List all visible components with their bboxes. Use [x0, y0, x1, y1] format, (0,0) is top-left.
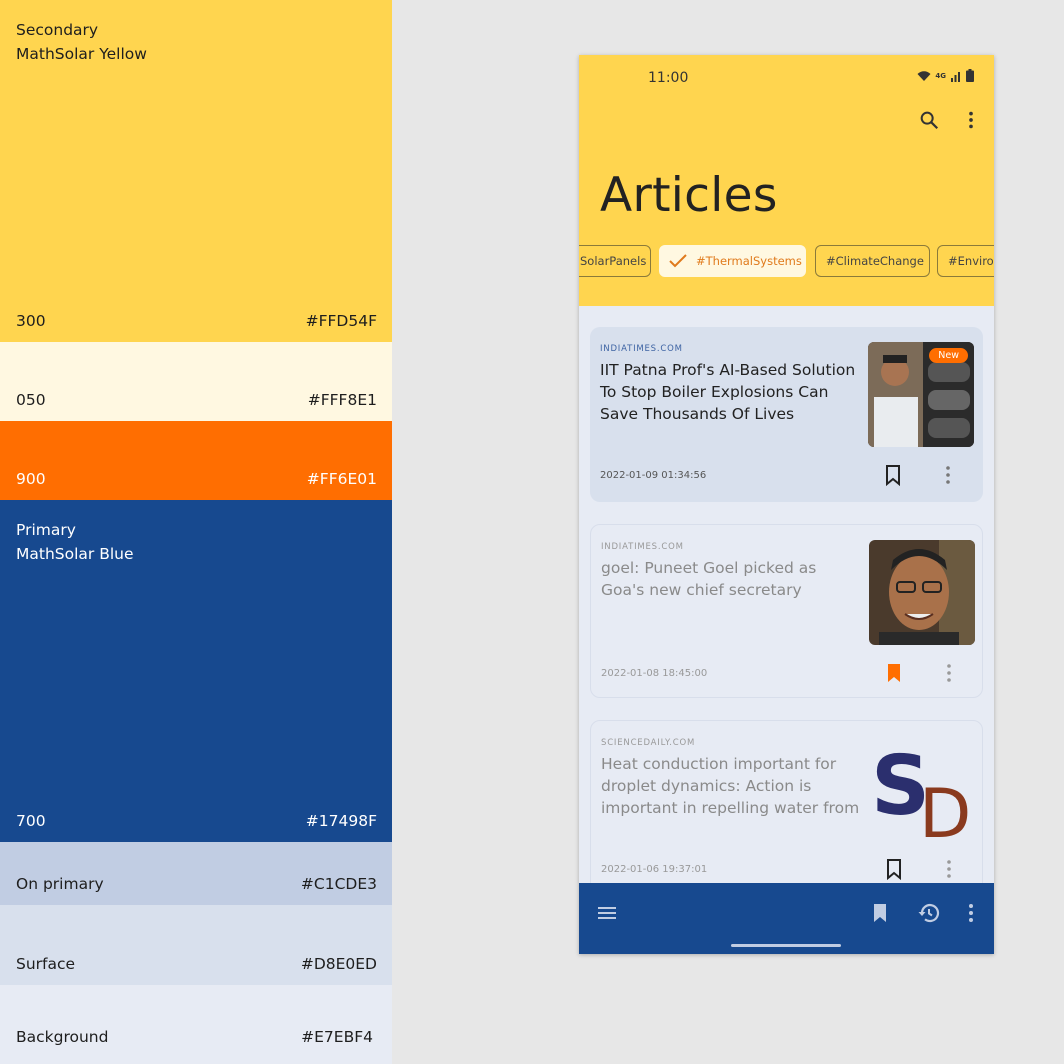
article-date: 2022-01-09 01:34:56 [600, 470, 707, 481]
article-date: 2022-01-08 18:45:00 [601, 668, 708, 679]
article-date: 2022-01-06 19:37:01 [601, 864, 708, 875]
swatch-hex: #FFD54F [305, 312, 377, 330]
more-vert-icon[interactable] [941, 858, 957, 880]
signal-icon [951, 71, 960, 82]
article-headline: goel: Puneet Goel picked as Goa's new ch… [601, 559, 817, 599]
article-source: INDIATIMES.COM [600, 344, 683, 354]
swatch-title: Secondary MathSolar Yellow [16, 18, 147, 66]
article-card[interactable]: INDIATIMES.COM IIT Patna Prof's AI-Based… [590, 327, 983, 502]
swatch-shade: 050 [16, 391, 46, 409]
swatch-on-primary: On primary #C1CDE3 [0, 842, 392, 905]
bookmark-outline-icon[interactable] [884, 858, 904, 880]
swatch-shade: 700 [16, 812, 46, 830]
article-thumbnail: New [868, 342, 974, 447]
swatch-title: Primary MathSolar Blue [16, 518, 134, 566]
chip-label: #ClimateChange [826, 254, 924, 268]
bookmark-icon[interactable] [868, 901, 892, 925]
swatch-surface: Surface #D8E0ED [0, 905, 392, 985]
chip-label: SolarPanels [580, 254, 647, 268]
home-indicator[interactable] [731, 944, 841, 947]
chip-label: #Environ [948, 254, 994, 268]
article-source: SCIENCEDAILY.COM [601, 738, 696, 748]
article-headline: IIT Patna Prof's AI-Based Solution To St… [600, 361, 856, 423]
swatch-label: Surface [16, 955, 76, 973]
swatch-hex: #FFF8E1 [307, 391, 377, 409]
chip-label: #ThermalSystems [696, 254, 802, 268]
menu-icon[interactable] [595, 901, 619, 925]
swatch-secondary-050: 050 #FFF8E1 [0, 342, 392, 421]
more-vert-icon[interactable] [960, 109, 982, 131]
swatch-secondary-900: 900 #FF6E01 [0, 421, 392, 500]
search-icon[interactable] [918, 109, 940, 131]
svg-text:D: D [919, 775, 971, 841]
page-title: Articles [600, 168, 778, 223]
article-source: INDIATIMES.COM [601, 542, 684, 552]
wifi-icon [917, 70, 931, 81]
history-icon[interactable] [917, 901, 941, 925]
chip-thermal-systems[interactable]: #ThermalSystems [659, 245, 806, 277]
color-palette: Secondary MathSolar Yellow 300 #FFD54F 0… [0, 0, 392, 1064]
article-thumbnail [869, 540, 975, 645]
swatch-color-name: MathSolar Yellow [16, 45, 147, 63]
bottom-app-bar [579, 883, 994, 954]
swatch-primary-700: Primary MathSolar Blue 700 #17498F [0, 500, 392, 842]
article-card[interactable]: SCIENCEDAILY.COM Heat conduction importa… [590, 720, 983, 900]
more-vert-icon[interactable] [941, 662, 957, 684]
swatch-hex: #17498F [305, 812, 377, 830]
thumbnail-image [869, 540, 975, 645]
check-icon [669, 254, 687, 268]
swatch-shade: 900 [16, 470, 46, 488]
app-bar: 11:00 4G Articles SolarPanels #ThermalSy… [579, 55, 994, 306]
article-headline: Heat conduction important for droplet dy… [601, 755, 860, 817]
swatch-background: Background #E7EBF4 [0, 985, 392, 1064]
article-card[interactable]: INDIATIMES.COM goel: Puneet Goel picked … [590, 524, 983, 698]
swatch-hex: #D8E0ED [300, 955, 377, 973]
swatch-shade: 300 [16, 312, 46, 330]
swatch-hex: #C1CDE3 [300, 875, 377, 893]
bookmark-outline-icon[interactable] [883, 464, 903, 486]
swatch-label: On primary [16, 875, 104, 893]
tag-chips: SolarPanels #ThermalSystems #ClimateChan… [579, 245, 994, 279]
bookmark-filled-icon[interactable] [884, 662, 904, 684]
network-type: 4G [935, 71, 946, 80]
new-badge: New [929, 348, 968, 363]
battery-icon [966, 69, 974, 82]
phone-screen: 11:00 4G Articles SolarPanels #ThermalSy… [579, 55, 994, 954]
more-vert-icon[interactable] [959, 901, 983, 925]
chip-environment[interactable]: #Environ [937, 245, 994, 277]
chip-climate-change[interactable]: #ClimateChange [815, 245, 930, 277]
status-icons: 4G [917, 69, 974, 82]
article-thumbnail: S D [869, 736, 975, 841]
swatch-label: Background [16, 1028, 109, 1046]
swatch-role: Secondary [16, 21, 99, 39]
status-time: 11:00 [648, 70, 689, 86]
chip-solar-panels[interactable]: SolarPanels [579, 245, 651, 277]
swatch-secondary-300: Secondary MathSolar Yellow 300 #FFD54F [0, 0, 392, 342]
swatch-hex: #FF6E01 [306, 470, 377, 488]
sciencedaily-logo: S D [871, 739, 971, 841]
swatch-role: Primary [16, 521, 76, 539]
swatch-hex: #E7EBF4 [301, 1028, 373, 1046]
swatch-color-name: MathSolar Blue [16, 545, 134, 563]
more-vert-icon[interactable] [940, 464, 956, 486]
